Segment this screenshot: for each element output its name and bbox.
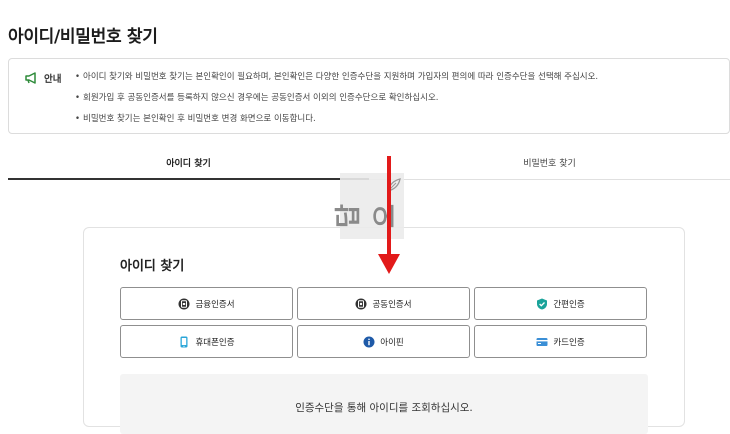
mobile-auth-label: 휴대폰인증: [195, 337, 235, 348]
cropped-breadcrumb-strip: [0, 0, 730, 6]
page-title: 아이디/비밀번호 찾기: [8, 27, 158, 47]
megaphone-icon: [25, 72, 36, 84]
joint-cert-icon: [355, 298, 367, 310]
card-auth-label: 카드인증: [553, 337, 585, 348]
simple-auth-label: 간편인증: [553, 299, 585, 310]
simple-auth-check-icon: [536, 298, 548, 310]
result-message: 인증수단을 통해 아이디를 조회하십시오.: [295, 402, 473, 414]
financial-cert-icon: [178, 298, 190, 310]
card-title: 아이디 찾기: [120, 259, 185, 274]
ipin-button[interactable]: 아이핀: [297, 325, 470, 358]
notice-label: 안내: [44, 74, 62, 85]
mobile-auth-button[interactable]: 휴대폰인증: [120, 325, 293, 358]
tab-find-password[interactable]: 비밀번호 찾기: [369, 152, 730, 180]
ipin-info-icon: [363, 336, 375, 348]
card-auth-button[interactable]: 카드인증: [474, 325, 647, 358]
mobile-phone-icon: [178, 336, 190, 348]
joint-cert-label: 공동인증서: [372, 299, 412, 310]
notice-item: 비밀번호 찾기는 본인확인 후 비밀번호 변경 화면으로 이동합니다.: [75, 113, 598, 125]
ipin-label: 아이핀: [380, 337, 404, 348]
result-panel: 인증수단을 통해 아이디를 조회하십시오.: [120, 374, 648, 434]
notice-box: 안내 아이디 찾기와 비밀번호 찾기는 본인확인이 필요하며, 본인확인은 다양…: [8, 58, 730, 134]
financial-cert-label: 금융인증서: [195, 299, 235, 310]
notice-list: 아이디 찾기와 비밀번호 찾기는 본인확인이 필요하며, 본인확인은 다양한 인…: [75, 71, 598, 134]
joint-cert-button[interactable]: 공동인증서: [297, 287, 470, 320]
financial-cert-button[interactable]: 금융인증서: [120, 287, 293, 320]
notice-item: 아이디 찾기와 비밀번호 찾기는 본인확인이 필요하며, 본인확인은 다양한 인…: [75, 71, 598, 83]
notice-item: 회원가입 후 공동인증서를 등록하지 않으신 경우에는 공동인증서 이외의 인증…: [75, 92, 598, 104]
tab-find-id[interactable]: 아이디 찾기: [8, 152, 369, 180]
red-down-arrow-annotation: [378, 156, 400, 274]
simple-auth-button[interactable]: 간편인증: [474, 287, 647, 320]
card-icon: [536, 336, 548, 348]
